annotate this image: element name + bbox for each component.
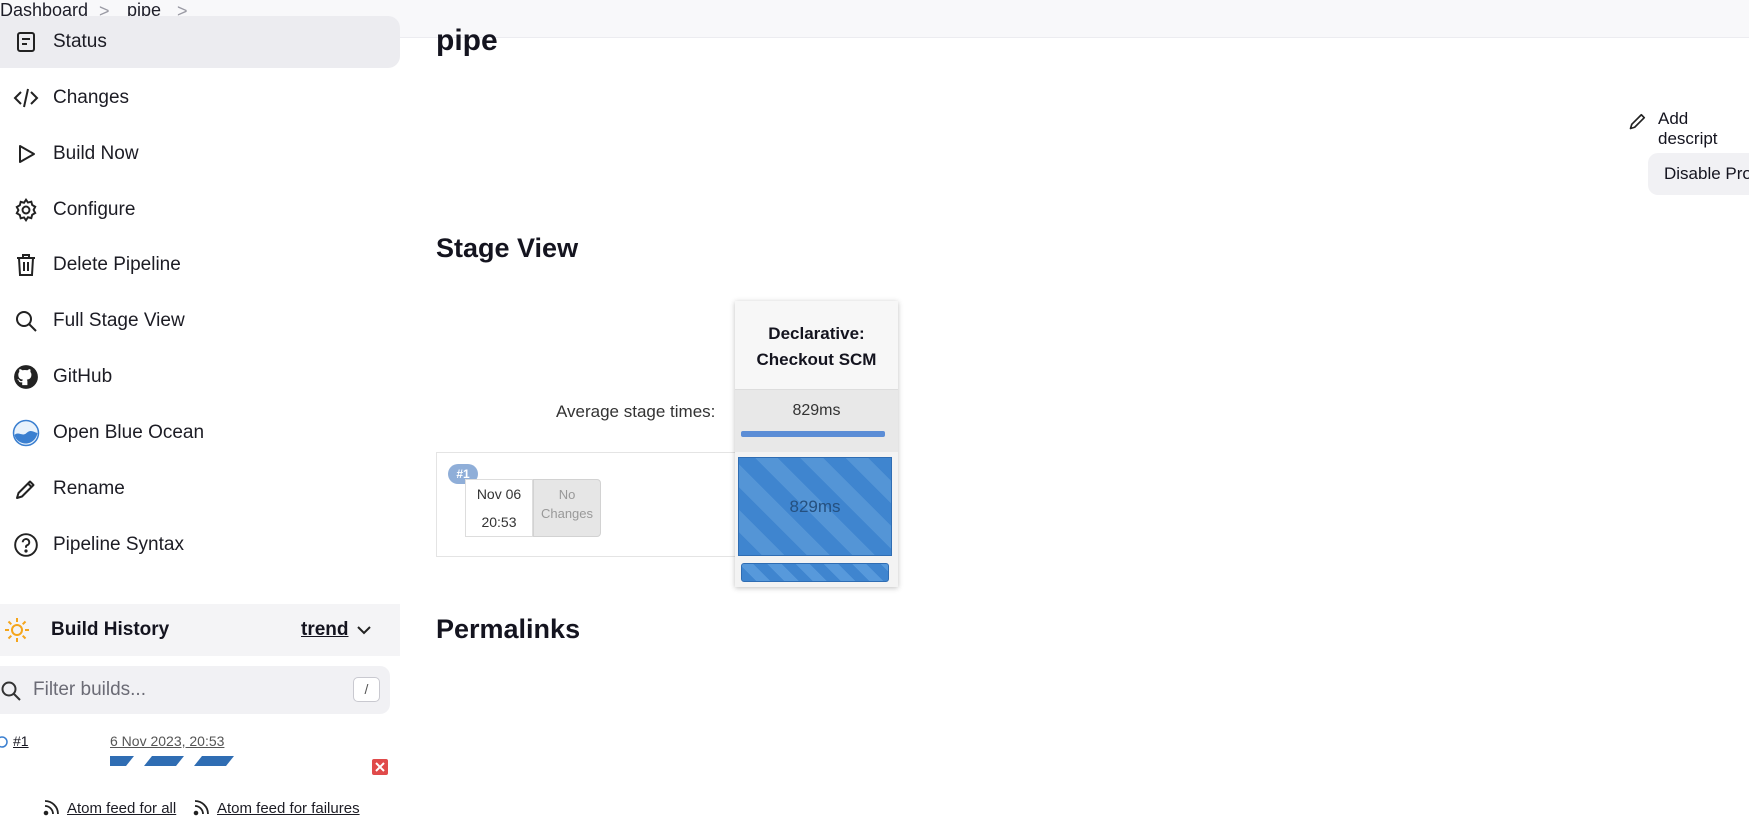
chevron-down-icon[interactable] bbox=[355, 621, 373, 644]
stage-header: Declarative: Checkout SCM bbox=[735, 301, 898, 390]
sidebar-item-changes[interactable]: Changes bbox=[0, 72, 400, 124]
sidebar-item-label: Full Stage View bbox=[53, 310, 185, 331]
sidebar-item-label: GitHub bbox=[53, 366, 113, 387]
play-icon bbox=[12, 140, 40, 168]
sidebar-item-label: Rename bbox=[53, 478, 125, 499]
sidebar-item-label: Configure bbox=[53, 199, 136, 220]
stage-average-bar bbox=[741, 431, 885, 437]
keyboard-shortcut-hint: / bbox=[353, 677, 380, 702]
code-icon bbox=[12, 84, 40, 112]
rss-icon bbox=[193, 798, 211, 821]
trend-link[interactable]: trend bbox=[301, 619, 349, 641]
sidebar-item-label: Delete Pipeline bbox=[53, 254, 181, 275]
github-icon bbox=[12, 363, 40, 391]
stage-run-row: #1 Nov 06 20:53 No Changes bbox=[436, 452, 735, 557]
average-stage-times-label: Average stage times: bbox=[556, 402, 716, 421]
run-changes-line: Changes bbox=[540, 506, 594, 521]
sidebar-item-status[interactable]: Status bbox=[0, 16, 400, 68]
sidebar-item-label: Open Blue Ocean bbox=[53, 422, 205, 443]
sidebar-item-configure[interactable]: Configure bbox=[0, 184, 400, 236]
filter-builds-placeholder: Filter builds... bbox=[33, 679, 146, 700]
stage-view-heading: Stage View bbox=[436, 233, 579, 263]
sidebar-item-full-stage-view[interactable]: Full Stage View bbox=[0, 295, 400, 347]
gear-icon bbox=[12, 196, 40, 224]
stage-name-line: Declarative: bbox=[768, 324, 865, 343]
sidebar-item-label: Build Now bbox=[53, 143, 139, 164]
status-icon bbox=[12, 28, 40, 56]
permalinks-heading: Permalinks bbox=[436, 614, 581, 644]
run-date-day: Nov 06 bbox=[476, 486, 522, 502]
stage-cell-progress bbox=[741, 563, 889, 582]
add-description-link[interactable]: Add descript bbox=[1658, 109, 1749, 149]
filter-builds-input[interactable]: Filter builds... / bbox=[0, 666, 390, 714]
run-date: Nov 06 20:53 bbox=[465, 479, 533, 537]
sidebar-item-rename[interactable]: Rename bbox=[0, 463, 400, 515]
search-icon bbox=[0, 680, 22, 707]
build-progress-bar bbox=[110, 753, 236, 771]
stage-average: 829ms bbox=[735, 390, 898, 452]
build-history-title: Build History bbox=[51, 619, 170, 640]
stage-average-time: 829ms bbox=[792, 402, 841, 419]
build-number-link[interactable]: #1 bbox=[13, 733, 29, 749]
search-icon bbox=[12, 307, 40, 335]
sidebar-item-build-now[interactable]: Build Now bbox=[0, 128, 400, 180]
page-title: pipe bbox=[436, 24, 498, 57]
cancel-build-icon[interactable] bbox=[372, 759, 388, 780]
blue-ocean-icon bbox=[12, 419, 40, 447]
sun-icon bbox=[3, 616, 31, 649]
atom-feed-failures-link[interactable]: Atom feed for failures bbox=[217, 800, 360, 817]
build-history-header: Build History trend bbox=[0, 604, 400, 656]
trash-icon bbox=[12, 251, 40, 279]
sidebar-item-github[interactable]: GitHub bbox=[0, 351, 400, 403]
rss-icon bbox=[43, 798, 61, 821]
sidebar-item-label: Pipeline Syntax bbox=[53, 534, 184, 555]
disable-project-button[interactable]: Disable Proj bbox=[1648, 153, 1749, 195]
stage-cell-duration: 829ms bbox=[789, 497, 841, 516]
sidebar-item-delete-pipeline[interactable]: Delete Pipeline bbox=[0, 239, 400, 291]
help-icon bbox=[12, 531, 40, 559]
run-changes-line: No bbox=[558, 487, 576, 502]
build-date-link[interactable]: 6 Nov 2023, 20:53 bbox=[110, 733, 224, 749]
pencil-icon bbox=[12, 475, 40, 503]
run-changes: No Changes bbox=[533, 479, 601, 537]
sidebar-item-pipeline-syntax[interactable]: Pipeline Syntax bbox=[0, 519, 400, 571]
stage-cell-success[interactable]: 829ms bbox=[738, 457, 892, 556]
stage-column: Declarative: Checkout SCM 829ms 829ms bbox=[735, 301, 898, 587]
atom-feed-all-link[interactable]: Atom feed for all bbox=[67, 800, 176, 817]
sidebar-item-label: Changes bbox=[53, 87, 130, 108]
stage-name-line: Checkout SCM bbox=[756, 350, 877, 369]
sidebar-item-label: Status bbox=[53, 31, 107, 52]
pencil-icon[interactable] bbox=[1628, 111, 1648, 136]
run-date-time: 20:53 bbox=[481, 514, 517, 530]
sidebar-item-open-blue-ocean[interactable]: Open Blue Ocean bbox=[0, 407, 400, 459]
build-status-icon bbox=[0, 734, 10, 755]
